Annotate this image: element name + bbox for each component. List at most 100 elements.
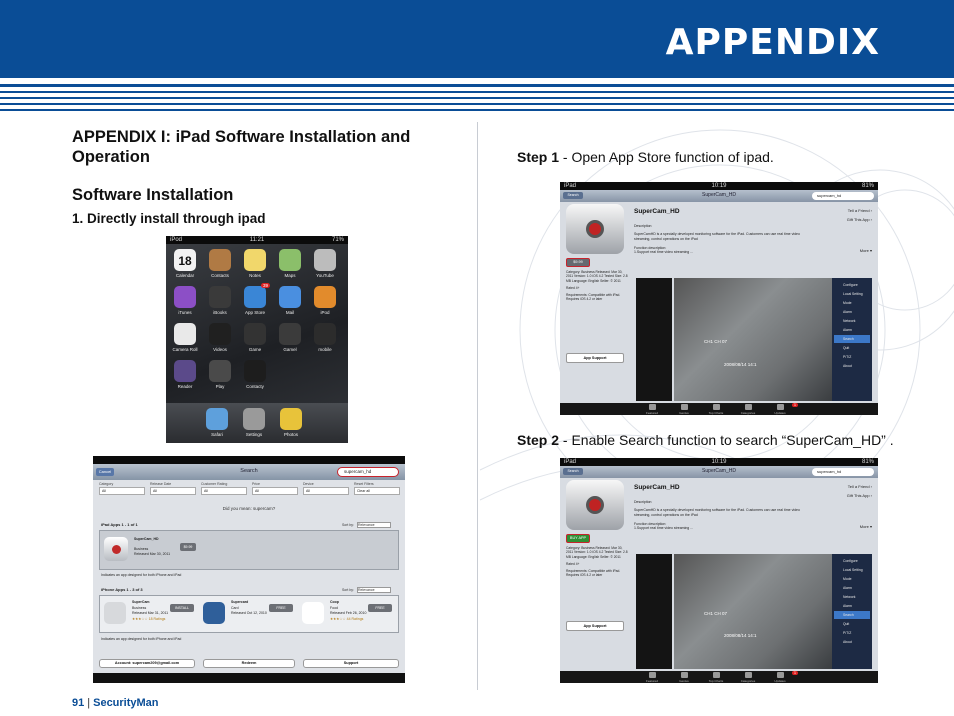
home-app[interactable]: Reader xyxy=(172,360,198,389)
store-tab[interactable]: Top Charts xyxy=(708,672,724,683)
function-text: 1.Support real time video streaming ... xyxy=(634,250,694,254)
store-tab[interactable]: Featured xyxy=(644,672,660,683)
filter-value[interactable]: All xyxy=(201,487,247,495)
menu-item[interactable]: Search xyxy=(834,335,870,343)
search-filter[interactable]: Price All xyxy=(252,482,298,495)
home-app[interactable]: Game xyxy=(242,323,268,352)
filter-value[interactable]: All xyxy=(99,487,145,495)
more-link[interactable]: More ▾ xyxy=(860,246,872,255)
home-app[interactable]: mobile xyxy=(312,323,338,352)
store-tab[interactable]: Updates xyxy=(772,672,788,683)
home-app[interactable]: Contacty xyxy=(242,360,268,389)
menu-item[interactable]: P/T/Z xyxy=(834,353,870,361)
iphone-results-card: SuperCam Business Released Mar 31, 2011 ★★★… xyxy=(99,595,399,633)
home-app[interactable]: Play xyxy=(207,360,233,389)
search-input[interactable]: supercam_hd xyxy=(812,191,874,200)
home-app[interactable]: Contacts xyxy=(207,249,233,278)
home-app[interactable]: iTunes xyxy=(172,286,198,315)
home-app[interactable]: Videos xyxy=(207,323,233,352)
app-label: iTunes xyxy=(178,310,192,315)
home-app[interactable]: Camera Roll xyxy=(172,323,198,352)
account-button[interactable]: Account: supercam209@gmail.com xyxy=(99,659,195,668)
store-tab[interactable]: Featured xyxy=(644,404,660,415)
menu-item[interactable]: Alarm xyxy=(834,308,870,316)
store-tab[interactable]: Updates xyxy=(772,404,788,415)
menu-item[interactable]: Mode xyxy=(834,299,870,307)
dock-app[interactable]: Settings xyxy=(241,408,267,437)
home-app[interactable]: Gamel xyxy=(277,323,303,352)
gift-app-link[interactable]: Gift This App › xyxy=(847,491,872,500)
home-app[interactable]: iPod xyxy=(312,286,338,315)
menu-item[interactable]: Local Setting xyxy=(834,566,870,574)
app-support-button[interactable]: App Support xyxy=(566,353,624,363)
store-tab[interactable]: Genius xyxy=(676,404,692,415)
filter-value[interactable]: All xyxy=(303,487,349,495)
sort-by-iphone[interactable]: Sort by: Relevance xyxy=(342,587,391,593)
menu-item[interactable]: Mode xyxy=(834,575,870,583)
menu-item[interactable]: About xyxy=(834,362,870,370)
home-app[interactable]: Mail xyxy=(277,286,303,315)
search-filter[interactable]: Device All xyxy=(303,482,349,495)
menu-item[interactable]: Alarm xyxy=(834,326,870,334)
gift-app-link[interactable]: Gift This App › xyxy=(847,215,872,224)
support-button[interactable]: Support xyxy=(303,659,399,668)
tell-a-friend-link[interactable]: Tell a Friend › xyxy=(847,482,872,491)
store-tab[interactable]: Top Charts xyxy=(708,404,724,415)
search-filter[interactable]: Category All xyxy=(99,482,145,495)
price-button[interactable]: FREE xyxy=(368,604,392,612)
filter-name: Device xyxy=(303,482,314,486)
home-app[interactable]: iBooks xyxy=(207,286,233,315)
app-label: Calendar xyxy=(175,273,195,278)
sort-select[interactable]: Relevance xyxy=(357,587,391,593)
tab-label: Updates xyxy=(774,679,786,683)
filter-value[interactable]: All xyxy=(252,487,298,495)
menu-item[interactable]: Quit xyxy=(834,344,870,352)
home-app[interactable]: YouTube xyxy=(312,249,338,278)
menu-item[interactable]: Local Setting xyxy=(834,290,870,298)
dock-app[interactable]: Safari xyxy=(204,408,230,437)
more-link[interactable]: More ▾ xyxy=(860,522,872,531)
home-app[interactable]: 18 Calendar xyxy=(172,249,198,278)
sort-by-label: Sort by: xyxy=(341,587,354,592)
dock-app[interactable]: Photos xyxy=(278,408,304,437)
supercam-app-icon xyxy=(566,480,624,530)
search-input[interactable]: supercam_hd xyxy=(812,467,874,476)
search-filter[interactable]: Release Date All xyxy=(150,482,196,495)
battery-level: 71% xyxy=(331,237,344,243)
menu-item[interactable]: Network xyxy=(834,317,870,325)
store-tab[interactable]: Categories xyxy=(740,672,756,683)
search-input[interactable]: supercam_hd xyxy=(337,467,399,477)
store-tab[interactable]: Categories xyxy=(740,404,756,415)
price-button[interactable]: FREE xyxy=(269,604,293,612)
menu-item[interactable]: Configure xyxy=(834,557,870,565)
menu-item[interactable]: About xyxy=(834,638,870,646)
home-app[interactable]: 39 App Store xyxy=(242,283,270,315)
sort-select[interactable]: Relevance xyxy=(357,522,391,528)
menu-item[interactable]: Alarm xyxy=(834,584,870,592)
app-requirements: Requirements: Compatible with iPad. Requ… xyxy=(566,293,621,302)
tab-label: Top Charts xyxy=(708,411,724,415)
sort-by-ipad[interactable]: Sort by: Relevance xyxy=(342,522,391,528)
price-button[interactable]: $9.99 xyxy=(566,258,590,267)
menu-item[interactable]: Quit xyxy=(834,620,870,628)
did-you-mean-link[interactable]: Did you mean: supercam? xyxy=(93,506,405,511)
filter-value[interactable]: Clear all xyxy=(354,487,400,495)
app-support-button[interactable]: App Support xyxy=(566,621,624,631)
filter-value[interactable]: All xyxy=(150,487,196,495)
redeem-button[interactable]: Redeem xyxy=(203,659,295,668)
ipad-result-card[interactable]: SuperCam_HD Business Released Mar 30, 20… xyxy=(99,530,399,570)
tell-a-friend-link[interactable]: Tell a Friend › xyxy=(847,206,872,215)
buy-app-button[interactable]: BUY APP xyxy=(566,534,590,543)
home-app[interactable]: Maps xyxy=(277,249,303,278)
store-tab[interactable]: Genius xyxy=(676,672,692,683)
menu-item[interactable]: Configure xyxy=(834,281,870,289)
menu-item[interactable]: Alarm xyxy=(834,602,870,610)
menu-item[interactable]: Network xyxy=(834,593,870,601)
menu-item[interactable]: P/T/Z xyxy=(834,629,870,637)
menu-item[interactable]: Search xyxy=(834,611,870,619)
home-app[interactable]: Notes xyxy=(242,249,268,278)
price-button[interactable]: $9.99 xyxy=(180,543,196,551)
price-button[interactable]: INSTALL xyxy=(170,604,194,612)
search-filter[interactable]: Customer Rating All xyxy=(201,482,247,495)
search-filter[interactable]: Reset Filters Clear all xyxy=(354,482,400,495)
